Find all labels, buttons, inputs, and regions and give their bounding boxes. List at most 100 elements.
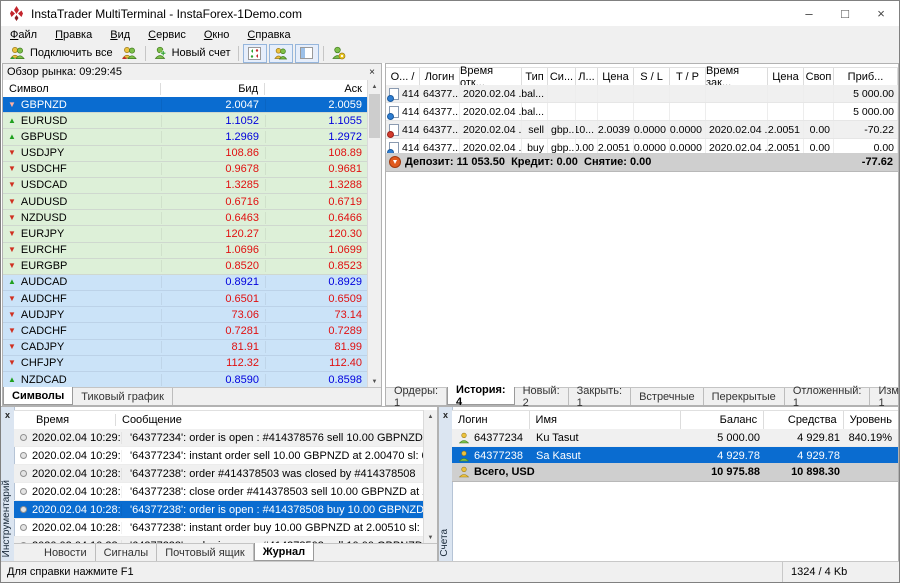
accounts-column-header[interactable]: Средства xyxy=(764,411,844,429)
maximize-button[interactable]: □ xyxy=(827,1,863,26)
tab-item[interactable]: Перекрытые xyxy=(704,388,785,405)
column-header-symbol[interactable]: Символ xyxy=(3,83,161,95)
journal-close-icon[interactable]: x xyxy=(1,408,14,421)
tab-item[interactable]: Изменить: 1 xyxy=(870,388,900,405)
market-watch-scrollbar[interactable]: ▲ ▼ xyxy=(367,80,381,388)
journal-row[interactable]: 2020.02.04 10:28:...'64377238': order is… xyxy=(14,501,424,519)
journal-row[interactable]: 2020.02.04 10:29:...'64377234': instant … xyxy=(14,447,424,465)
tab-item[interactable]: Новый: 2 xyxy=(515,388,569,405)
menu-item[interactable]: Справка xyxy=(238,29,299,41)
market-watch-row[interactable]: ▼EURGBP0.85200.8523 xyxy=(3,259,368,275)
market-watch-row[interactable]: ▼CADJPY81.9181.99 xyxy=(3,340,368,356)
accounts-column-header[interactable]: Имя xyxy=(530,411,681,429)
orders-column-header[interactable]: T / P xyxy=(670,68,706,85)
tab-item[interactable]: Тиковый график xyxy=(73,388,173,405)
tab-item[interactable]: Ордеры: 1 xyxy=(386,388,447,405)
order-row[interactable]: 414...64377...2020.02.04 ...bal...5 000.… xyxy=(386,85,898,103)
orders-column-header[interactable]: Цена xyxy=(598,68,634,85)
bid-value: 0.9678 xyxy=(161,163,265,175)
tab-item[interactable]: Отложенный: 1 xyxy=(785,388,871,405)
toolbox-toggle-button[interactable] xyxy=(295,44,319,63)
orders-column-header[interactable]: Своп xyxy=(804,68,834,85)
menu-item[interactable]: Сервис xyxy=(139,29,195,41)
market-watch-row[interactable]: ▼AUDCHF0.65010.6509 xyxy=(3,291,368,307)
tab-item[interactable]: Журнал xyxy=(254,543,314,561)
accounts-toggle-button[interactable] xyxy=(269,44,293,63)
toolbox-dock-strip[interactable]: x Инструментарий xyxy=(1,407,15,561)
journal-row[interactable]: 2020.02.04 10:28:...'64377238': close or… xyxy=(14,483,424,501)
order-cell xyxy=(706,85,768,102)
market-watch-toggle-button[interactable] xyxy=(243,44,267,63)
orders-column-header[interactable]: Тип xyxy=(522,68,548,85)
tab-item[interactable]: История: 4 xyxy=(447,387,515,405)
disconnect-all-button[interactable] xyxy=(117,44,142,63)
scroll-up-icon[interactable]: ▲ xyxy=(368,80,381,93)
journal-row[interactable]: 2020.02.04 10:29:...'64377234': order is… xyxy=(14,429,424,447)
market-watch-row[interactable]: ▼USDCHF0.96780.9681 xyxy=(3,162,368,178)
scrollbar-thumb[interactable] xyxy=(369,94,380,138)
accounts-dock-strip[interactable]: x Счета xyxy=(439,407,453,561)
market-watch-row[interactable]: ▼EURJPY120.27120.30 xyxy=(3,226,368,242)
deposit-summary-row[interactable]: Депозит: 11 053.50 Кредит: 0.00 Снятие: … xyxy=(386,153,898,172)
market-watch-row[interactable]: ▲GBPUSD1.29691.2972 xyxy=(3,129,368,145)
column-header-bid[interactable]: Бид xyxy=(161,83,265,95)
market-watch-row[interactable]: ▼USDJPY108.86108.89 xyxy=(3,146,368,162)
orders-column-header[interactable]: S / L xyxy=(634,68,670,85)
orders-column-header[interactable]: Логин xyxy=(420,68,460,85)
tab-item[interactable]: Почтовый ящик xyxy=(157,544,253,561)
journal-row[interactable]: 2020.02.04 10:28:...'64377238': instant … xyxy=(14,519,424,537)
orders-column-header[interactable]: Время отк... xyxy=(460,68,522,85)
order-row[interactable]: 414...64377...2020.02.04 ...bal...5 000.… xyxy=(386,103,898,121)
scroll-up-icon[interactable]: ▲ xyxy=(424,410,437,423)
market-watch-row[interactable]: ▲EURUSD1.10521.1055 xyxy=(3,113,368,129)
journal-row[interactable]: 2020.02.04 10:28:...'64377238': order #4… xyxy=(14,465,424,483)
orders-column-header[interactable]: О.../ xyxy=(386,68,420,85)
market-watch-row[interactable]: ▼GBPNZD2.00472.0059 xyxy=(3,97,368,113)
accounts-column-header[interactable]: Уровень xyxy=(844,411,898,429)
menu-item[interactable]: Файл xyxy=(1,29,46,41)
market-watch-row[interactable]: ▼EURCHF1.06961.0699 xyxy=(3,243,368,259)
market-watch-close-icon[interactable]: × xyxy=(367,67,377,78)
orders-column-header[interactable]: Си... xyxy=(548,68,576,85)
market-watch-row[interactable]: ▲AUDCAD0.89210.8929 xyxy=(3,275,368,291)
menu-item[interactable]: Вид xyxy=(101,29,139,41)
column-header-ask[interactable]: Аск xyxy=(265,83,368,95)
tab-item[interactable]: Сигналы xyxy=(96,544,158,561)
symbol-cell: ▼EURJPY xyxy=(3,228,161,240)
menu-item[interactable]: Окно xyxy=(195,29,239,41)
market-watch-row[interactable]: ▼AUDUSD0.67160.6719 xyxy=(3,194,368,210)
orders-column-header[interactable]: Цена xyxy=(768,68,804,85)
accounts-vertical-label[interactable]: Счета xyxy=(439,529,452,557)
symbol-label: GBPNZD xyxy=(21,99,67,111)
menu-item[interactable]: Правка xyxy=(46,29,101,41)
tab-item[interactable]: Символы xyxy=(3,387,73,405)
orders-column-header[interactable]: Л... xyxy=(576,68,598,85)
connect-all-button[interactable]: Подключить все xyxy=(5,44,117,63)
column-header-message[interactable]: Сообщение xyxy=(116,414,424,426)
orders-column-header[interactable]: Приб... xyxy=(834,68,898,85)
accounts-column-header[interactable]: Баланс xyxy=(681,411,765,429)
tab-item[interactable]: Встречные xyxy=(631,388,704,405)
toolbox-vertical-label[interactable]: Инструментарий xyxy=(1,480,14,557)
orders-column-header[interactable]: Время зак... xyxy=(706,68,768,85)
price-down-icon: ▼ xyxy=(8,214,16,222)
market-watch-row[interactable]: ▼CHFJPY112.32112.40 xyxy=(3,356,368,372)
column-header-time[interactable]: Время xyxy=(14,414,116,426)
market-watch-row[interactable]: ▲NZDCAD0.85900.8598 xyxy=(3,372,368,388)
journal-scrollbar[interactable]: ▲ ▼ xyxy=(423,410,437,544)
market-watch-row[interactable]: ▼AUDJPY73.0673.14 xyxy=(3,307,368,323)
order-row[interactable]: 414...64377...2020.02.04 ...sellgbp...10… xyxy=(386,121,898,139)
market-watch-row[interactable]: ▼NZDUSD0.64630.6466 xyxy=(3,210,368,226)
market-watch-row[interactable]: ▼CADCHF0.72810.7289 xyxy=(3,323,368,339)
close-button[interactable]: × xyxy=(863,1,899,26)
market-watch-row[interactable]: ▼USDCAD1.32851.3288 xyxy=(3,178,368,194)
new-account-button[interactable]: Новый счет xyxy=(149,44,235,63)
accounts-column-header[interactable]: Логин xyxy=(452,411,530,429)
accounts-total-row[interactable]: Всего, USD10 975.8810 898.30 xyxy=(452,463,898,482)
account-row[interactable]: 64377234Ku Tasut5 000.004 929.81840.19% xyxy=(452,429,898,447)
tab-item[interactable]: Закрыть: 1 xyxy=(569,388,631,405)
account-settings-button[interactable] xyxy=(327,44,350,63)
accounts-close-icon[interactable]: x xyxy=(439,408,452,421)
tab-item[interactable]: Новости xyxy=(36,544,96,561)
minimize-button[interactable]: – xyxy=(791,1,827,26)
